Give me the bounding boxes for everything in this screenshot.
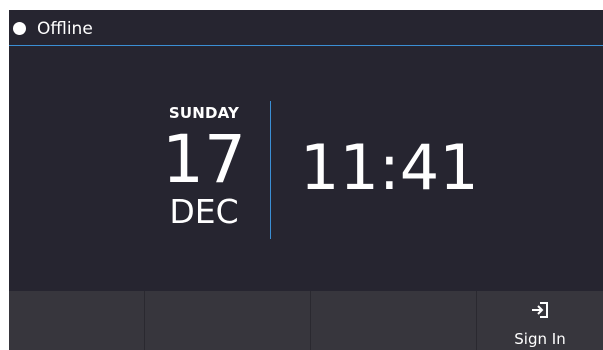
status-indicator-icon bbox=[13, 22, 26, 35]
sign-in-softkey[interactable]: Sign In bbox=[477, 291, 603, 350]
status-bar: Offline bbox=[9, 10, 603, 46]
phone-screen: Offline SUNDAY 17 DEC 11:41 Sign In bbox=[9, 10, 603, 350]
softkey-1[interactable] bbox=[9, 291, 145, 350]
month: DEC bbox=[169, 192, 239, 231]
softkey-2[interactable] bbox=[145, 291, 311, 350]
day-number: 17 bbox=[162, 121, 246, 198]
status-label: Offline bbox=[37, 19, 93, 39]
date-display: SUNDAY 17 DEC bbox=[144, 104, 264, 230]
sign-in-label: Sign In bbox=[514, 330, 566, 348]
time-display: 11:41 bbox=[300, 131, 479, 204]
clock-divider bbox=[270, 101, 271, 239]
day-name: SUNDAY bbox=[168, 104, 240, 122]
sign-in-icon bbox=[532, 302, 548, 318]
softkey-bar: Sign In bbox=[9, 291, 603, 350]
softkey-3[interactable] bbox=[311, 291, 477, 350]
